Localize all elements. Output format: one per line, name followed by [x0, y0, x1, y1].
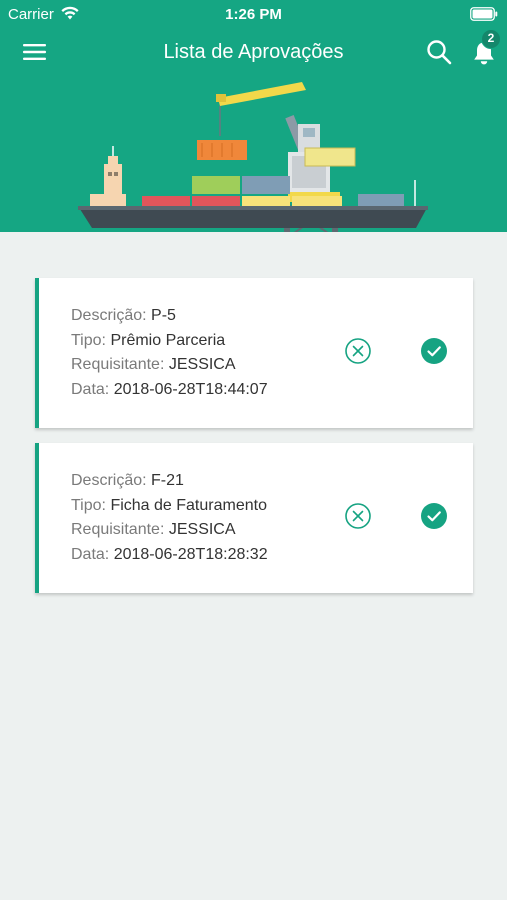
clock: 1:26 PM	[225, 6, 282, 23]
descricao-row: Descrição: F-21	[71, 469, 268, 494]
approval-details: Descrição: F-21 Tipo: Ficha de Faturamen…	[71, 469, 268, 567]
data-row: Data: 2018-06-28T18:44:07	[71, 378, 268, 403]
approve-button[interactable]	[420, 337, 448, 365]
search-icon[interactable]	[426, 39, 452, 65]
requisitante-label: Requisitante:	[71, 521, 165, 538]
approve-button[interactable]	[420, 502, 448, 530]
tipo-label: Tipo:	[71, 331, 106, 349]
requisitante-value: JESSICA	[168, 356, 236, 373]
requisitante-row: Requisitante: JESSICA	[71, 518, 268, 543]
reject-button[interactable]	[344, 502, 372, 530]
data-label: Data:	[71, 545, 110, 563]
status-bar: Carrier 1:26 PM	[0, 0, 507, 28]
tipo-row: Tipo: Ficha de Faturamento	[71, 494, 268, 519]
data-value: 2018-06-28T18:28:32	[113, 545, 268, 563]
requisitante-row: Requisitante: JESSICA	[71, 353, 268, 378]
requisitante-label: Requisitante:	[71, 356, 165, 373]
descricao-label: Descrição:	[71, 472, 147, 489]
notifications-button[interactable]: 2	[470, 29, 504, 70]
tipo-row: Tipo: Prêmio Parceria	[71, 329, 268, 354]
tipo-value: Prêmio Parceria	[110, 331, 226, 349]
descricao-label: Descrição:	[71, 307, 147, 324]
descricao-value: P-5	[151, 307, 176, 324]
data-row: Data: 2018-06-28T18:28:32	[71, 543, 268, 568]
data-label: Data:	[71, 380, 110, 398]
reject-button[interactable]	[344, 337, 372, 365]
tipo-value: Ficha de Faturamento	[110, 496, 267, 514]
approval-card[interactable]: Descrição: P-5 Tipo: Prêmio Parceria Req…	[35, 278, 473, 428]
data-value: 2018-06-28T18:44:07	[113, 380, 268, 398]
descricao-value: F-21	[151, 472, 184, 489]
approval-details: Descrição: P-5 Tipo: Prêmio Parceria Req…	[71, 304, 268, 402]
cargo-ship-illustration	[78, 82, 428, 232]
battery-icon	[470, 7, 498, 21]
requisitante-value: JESSICA	[168, 521, 236, 538]
approval-card[interactable]: Descrição: F-21 Tipo: Ficha de Faturamen…	[35, 443, 473, 593]
tipo-label: Tipo:	[71, 496, 106, 514]
notification-badge: 2	[481, 29, 501, 49]
header-banner: Carrier 1:26 PM Lista de Aprovações 2	[0, 0, 507, 232]
descricao-row: Descrição: P-5	[71, 304, 268, 329]
navbar: Lista de Aprovações 2	[0, 29, 507, 70]
